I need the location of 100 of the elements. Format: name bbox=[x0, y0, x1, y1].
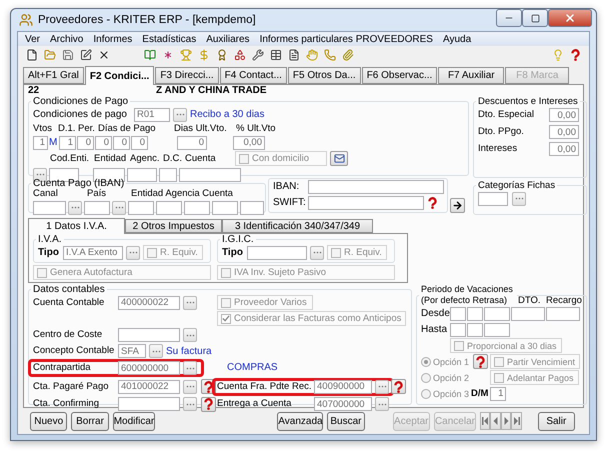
text-field[interactable] bbox=[179, 168, 241, 182]
text-field[interactable] bbox=[159, 168, 177, 182]
checkbox[interactable] bbox=[147, 248, 157, 258]
checkbox[interactable] bbox=[221, 314, 231, 324]
text-field[interactable]: 1 bbox=[33, 136, 48, 150]
table-icon[interactable] bbox=[270, 49, 282, 61]
text-field[interactable]: 0 bbox=[177, 136, 207, 150]
save-icon[interactable] bbox=[62, 49, 74, 61]
checkbox-field[interactable]: Genera Autofactura bbox=[33, 265, 211, 280]
text-field[interactable] bbox=[308, 196, 424, 210]
radio-button[interactable] bbox=[421, 372, 431, 382]
tab[interactable]: 1 Datos I.V.A. bbox=[28, 218, 125, 234]
nav-button[interactable] bbox=[490, 412, 501, 430]
edit-icon[interactable] bbox=[80, 49, 92, 61]
text-field[interactable] bbox=[33, 200, 66, 214]
checkbox[interactable] bbox=[494, 356, 504, 366]
tab[interactable]: F5 Otros Da... bbox=[288, 67, 361, 84]
text-field[interactable] bbox=[308, 180, 444, 194]
tab[interactable]: F4 Contact... bbox=[220, 67, 287, 84]
menu-item[interactable]: Archivo bbox=[45, 34, 88, 44]
checkbox[interactable] bbox=[37, 268, 47, 278]
text-field[interactable]: 407000000 bbox=[314, 397, 372, 411]
text-field[interactable]: 0 bbox=[113, 136, 130, 150]
nav-button[interactable] bbox=[500, 412, 512, 430]
text-field[interactable]: I.V.A Exento bbox=[63, 246, 123, 260]
text-field[interactable]: 400900000 bbox=[314, 380, 372, 394]
text-field[interactable] bbox=[450, 322, 466, 336]
text-field[interactable]: 400000022 bbox=[118, 296, 180, 310]
wrench-icon[interactable] bbox=[252, 49, 264, 61]
new-file-icon[interactable] bbox=[26, 49, 38, 61]
maximize-button[interactable] bbox=[522, 9, 548, 27]
text-field[interactable] bbox=[247, 246, 307, 260]
folder-icon[interactable] bbox=[44, 49, 56, 61]
checkbox-field[interactable]: Considerar las Facturas como Anticipos bbox=[217, 311, 406, 326]
nav-button[interactable] bbox=[511, 412, 522, 430]
tab[interactable]: F2 Condici... bbox=[84, 66, 154, 85]
arrow-button[interactable] bbox=[450, 198, 465, 213]
help-button[interactable] bbox=[473, 354, 488, 369]
menu-item[interactable]: Estadísticas bbox=[137, 34, 202, 44]
text-field[interactable] bbox=[467, 306, 483, 320]
minimize-button[interactable] bbox=[496, 9, 522, 27]
tab[interactable]: F6 Observac... bbox=[362, 67, 438, 84]
tab[interactable]: Alt+F1 Gral bbox=[23, 67, 84, 84]
tab[interactable]: 2 Otros Impuestos bbox=[125, 219, 222, 233]
text-field[interactable] bbox=[127, 168, 157, 182]
shapes-icon[interactable] bbox=[234, 49, 246, 61]
text-field[interactable] bbox=[484, 322, 510, 336]
help-button[interactable] bbox=[201, 396, 216, 412]
text-field[interactable] bbox=[84, 200, 110, 214]
menu-item[interactable]: Ayuda bbox=[438, 34, 476, 44]
hand-icon[interactable] bbox=[306, 49, 318, 61]
text-field[interactable] bbox=[484, 306, 510, 320]
text-field[interactable] bbox=[511, 306, 545, 320]
checkbox[interactable] bbox=[221, 268, 231, 278]
text-field[interactable]: 1 bbox=[59, 136, 76, 150]
tab[interactable]: F7 Auxiliar bbox=[438, 67, 504, 84]
document-icon[interactable] bbox=[288, 49, 300, 61]
text-field[interactable]: 0 bbox=[95, 136, 112, 150]
checkbox-field[interactable]: Con domicilio bbox=[235, 151, 327, 166]
text-field[interactable] bbox=[240, 200, 264, 214]
dollar-icon[interactable] bbox=[198, 49, 210, 61]
text-field[interactable] bbox=[128, 200, 154, 214]
text-field[interactable] bbox=[118, 328, 180, 342]
checkbox-field[interactable]: Proveedor Varios bbox=[217, 295, 313, 310]
action-button[interactable]: Buscar bbox=[327, 412, 365, 430]
text-field[interactable]: SFA bbox=[118, 344, 146, 358]
help-button[interactable] bbox=[391, 379, 406, 394]
text-field[interactable]: 1 bbox=[490, 386, 506, 400]
tab[interactable]: 3 Identificación 340/347/349 bbox=[222, 219, 373, 233]
action-button[interactable]: Nuevo bbox=[30, 412, 68, 430]
text-field[interactable]: 0 bbox=[77, 136, 94, 150]
menu-item[interactable]: Informes particulares PROVEEDORES bbox=[254, 34, 438, 44]
text-field[interactable] bbox=[212, 200, 238, 214]
checkbox[interactable] bbox=[454, 340, 464, 350]
text-field[interactable] bbox=[184, 200, 210, 214]
text-field[interactable]: 401000022 bbox=[118, 380, 180, 394]
action-button[interactable]: Avanzada bbox=[277, 412, 324, 430]
paperclip-icon[interactable] bbox=[342, 49, 354, 61]
nav-button[interactable] bbox=[480, 412, 490, 430]
checkbox-field[interactable]: IVA Inv. Sujeto Pasivo bbox=[217, 265, 395, 280]
menu-item[interactable]: Ver bbox=[20, 34, 46, 44]
trophy-icon[interactable] bbox=[180, 49, 192, 61]
text-field[interactable] bbox=[118, 397, 180, 411]
radio-button[interactable] bbox=[421, 388, 431, 398]
menu-item[interactable]: Auxiliares bbox=[201, 34, 255, 44]
text-field[interactable] bbox=[450, 306, 466, 320]
text-field[interactable] bbox=[478, 192, 508, 206]
checkbox-field[interactable]: Partir Vencimient bbox=[490, 354, 580, 369]
checkbox[interactable] bbox=[494, 372, 504, 382]
checkbox[interactable] bbox=[331, 248, 341, 258]
text-field[interactable]: 600000000 bbox=[118, 361, 180, 375]
award-icon[interactable] bbox=[216, 49, 228, 61]
tab[interactable]: F3 Direcci... bbox=[155, 67, 219, 84]
text-field[interactable]: R01 bbox=[134, 108, 170, 122]
text-field[interactable]: 0,00 bbox=[233, 136, 265, 150]
checkbox-field[interactable]: R. Equiv. bbox=[143, 245, 203, 260]
checkbox-field[interactable]: Adelantar Pagos bbox=[490, 370, 579, 385]
checkbox[interactable] bbox=[221, 298, 231, 308]
text-field[interactable]: 0 bbox=[131, 136, 148, 150]
action-button[interactable]: Borrar bbox=[71, 412, 109, 430]
